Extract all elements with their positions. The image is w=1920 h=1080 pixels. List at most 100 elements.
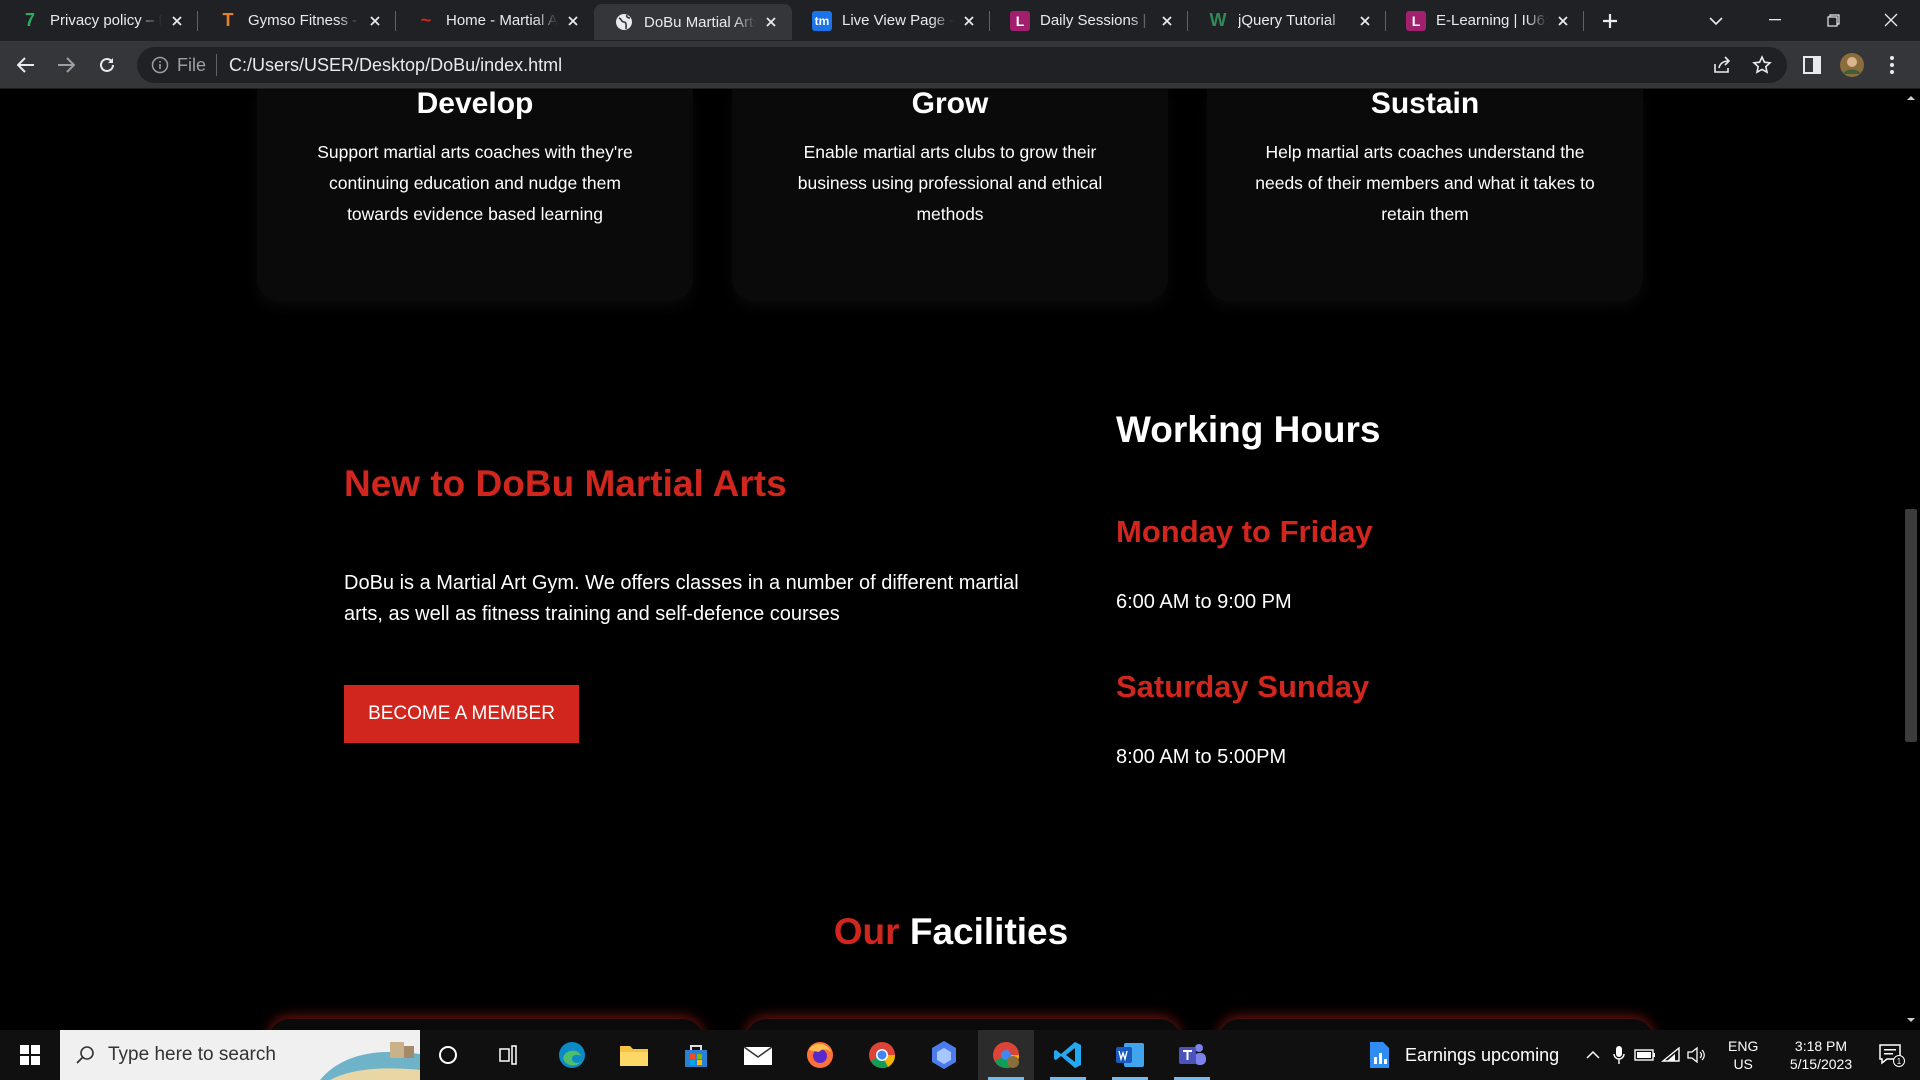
- new-tab-button[interactable]: [1592, 3, 1628, 39]
- forward-button[interactable]: [50, 49, 82, 81]
- clock-date: 5/15/2023: [1789, 1056, 1853, 1072]
- share-icon: [1714, 56, 1731, 73]
- taskbar-word[interactable]: [1102, 1030, 1158, 1080]
- menu-button[interactable]: [1876, 49, 1908, 81]
- avatar-icon: [1840, 53, 1864, 77]
- close-icon: [370, 15, 380, 26]
- taskbar-store[interactable]: [668, 1030, 724, 1080]
- taskbar-firefox[interactable]: [792, 1030, 848, 1080]
- windows-taskbar: Type here to search Earnings upcoming EN…: [0, 1030, 1920, 1080]
- arrow-left-icon: [17, 57, 34, 73]
- wifi-button[interactable]: [1658, 1030, 1684, 1080]
- search-placeholder: Type here to search: [108, 1044, 276, 1065]
- become-member-button[interactable]: BECOME A MEMBER: [344, 685, 579, 743]
- restore-button[interactable]: [1804, 0, 1862, 40]
- chrome-profile-icon: [993, 1042, 1020, 1069]
- side-panel-icon: [1803, 56, 1821, 74]
- plus-icon: [1603, 14, 1617, 28]
- tab-0[interactable]: 7 Privacy policy – Pr: [0, 0, 198, 41]
- news-widget[interactable]: Earnings upcoming: [1367, 1030, 1559, 1080]
- tab-favicon-icon: L: [1406, 10, 1426, 31]
- notification-icon: 1: [1879, 1044, 1905, 1067]
- close-icon: [766, 17, 776, 27]
- profile-avatar[interactable]: [1836, 49, 1868, 81]
- weekday-heading: Monday to Friday: [1116, 514, 1373, 549]
- search-icon: [76, 1046, 94, 1064]
- microphone-button[interactable]: [1606, 1030, 1632, 1080]
- cortana-icon: [439, 1046, 457, 1064]
- taskbar-edge[interactable]: [544, 1030, 600, 1080]
- start-button[interactable]: [5, 1030, 55, 1080]
- tab-title: Gymso Fitness - L: [248, 12, 360, 29]
- card-title: Grow: [911, 89, 989, 120]
- reload-button[interactable]: [91, 49, 123, 81]
- card-text: Support martial arts coaches with they'r…: [317, 142, 633, 224]
- notification-count: 1: [1897, 1057, 1902, 1066]
- tab-6[interactable]: WjQuery Tutorial: [1188, 0, 1386, 41]
- scroll-up-icon: [1907, 96, 1915, 100]
- volume-button[interactable]: [1684, 1030, 1710, 1080]
- card-text: Help martial arts coaches understand the…: [1255, 142, 1595, 224]
- page-scrollbar[interactable]: [1902, 89, 1920, 1030]
- scroll-thumb[interactable]: [1905, 509, 1917, 742]
- minimize-button[interactable]: [1746, 0, 1804, 40]
- teams-icon: [1179, 1044, 1206, 1065]
- tab-close-button[interactable]: [762, 13, 780, 31]
- battery-button[interactable]: [1632, 1030, 1658, 1080]
- taskbar-chrome[interactable]: [854, 1030, 910, 1080]
- taskbar-app[interactable]: [916, 1030, 972, 1080]
- taskbar-teams[interactable]: [1164, 1030, 1220, 1080]
- address-bar[interactable]: File C:/Users/USER/Desktop/DoBu/index.ht…: [137, 47, 1787, 83]
- tab-favicon-icon: [614, 12, 634, 32]
- taskbar-search[interactable]: Type here to search: [60, 1030, 420, 1080]
- working-hours-heading: Working Hours: [1116, 409, 1381, 450]
- show-hidden-icons-button[interactable]: [1580, 1030, 1606, 1080]
- back-button[interactable]: [10, 49, 42, 81]
- tab-favicon-icon: tm: [812, 10, 832, 31]
- notification-center-button[interactable]: 1: [1872, 1030, 1912, 1080]
- page-viewport: Develop Support martial arts coaches wit…: [0, 89, 1902, 1030]
- tab-close-button[interactable]: [1158, 12, 1176, 30]
- tab-favicon-icon: ~: [420, 10, 432, 30]
- tab-close-button[interactable]: [168, 12, 186, 30]
- browser-toolbar: File C:/Users/USER/Desktop/DoBu/index.ht…: [0, 41, 1920, 89]
- language-indicator[interactable]: ENG US: [1728, 1037, 1758, 1073]
- close-window-button[interactable]: [1862, 0, 1920, 40]
- card-title: Sustain: [1370, 89, 1480, 120]
- clock[interactable]: 3:18 PM 5/15/2023: [1772, 1037, 1870, 1073]
- card-develop: Develop Support martial arts coaches wit…: [257, 89, 693, 301]
- bookmark-button[interactable]: [1746, 49, 1778, 81]
- tab-1[interactable]: T Gymso Fitness - L: [198, 0, 396, 41]
- cortana-button[interactable]: [420, 1030, 476, 1080]
- url-text[interactable]: C:/Users/USER/Desktop/DoBu/index.html: [229, 55, 562, 76]
- tab-close-button[interactable]: [1356, 12, 1374, 30]
- tab-close-button[interactable]: [564, 12, 582, 30]
- tab-2[interactable]: ~ Home - Martial A: [396, 0, 594, 41]
- side-panel-button[interactable]: [1796, 49, 1828, 81]
- taskbar-file-explorer[interactable]: [606, 1030, 662, 1080]
- more-vert-icon: [1890, 56, 1894, 74]
- share-button[interactable]: [1706, 49, 1738, 81]
- weekend-heading: Saturday Sunday: [1116, 669, 1370, 704]
- tab-search-button[interactable]: [1700, 6, 1732, 36]
- news-text: Earnings upcoming: [1405, 1044, 1560, 1065]
- restore-icon: [1826, 13, 1840, 27]
- tab-favicon-icon: 7: [24, 10, 35, 30]
- star-icon: [1752, 55, 1772, 74]
- tab-5[interactable]: L Daily Sessions | C: [990, 0, 1188, 41]
- tab-close-button[interactable]: [960, 12, 978, 30]
- folder-icon: [620, 1046, 648, 1066]
- tab-4[interactable]: tm Live View Page -: [792, 0, 990, 41]
- facilities-heading-accent: Our: [833, 911, 900, 952]
- tab-title: Home - Martial A: [446, 12, 558, 29]
- tab-close-button[interactable]: [1554, 12, 1572, 30]
- card-sustain: Sustain Help martial arts coaches unders…: [1207, 89, 1643, 301]
- taskbar-mail[interactable]: [730, 1030, 786, 1080]
- tab-title: Live View Page -: [842, 12, 954, 29]
- taskbar-vscode[interactable]: [1040, 1030, 1096, 1080]
- tab-3[interactable]: DoBu Martial Arts: [594, 4, 792, 40]
- taskbar-chrome-profile[interactable]: [978, 1030, 1034, 1080]
- tab-7[interactable]: L E-Learning | IU6: I: [1386, 0, 1584, 41]
- task-view-button[interactable]: [482, 1030, 538, 1080]
- tab-close-button[interactable]: [366, 12, 384, 30]
